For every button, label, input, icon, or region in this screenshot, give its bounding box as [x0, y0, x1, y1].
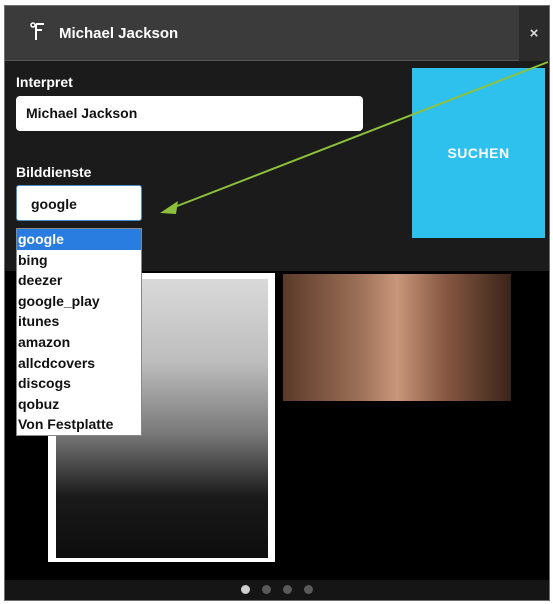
dropdown-option[interactable]: qobuz — [17, 394, 141, 415]
close-icon: × — [529, 25, 539, 42]
title-bar: Michael Jackson × — [5, 6, 549, 61]
music-note-icon — [29, 21, 49, 43]
dropdown-option[interactable]: google_play — [17, 291, 141, 312]
pagination-dot-group — [0, 579, 553, 601]
interpret-label: Interpret — [16, 74, 73, 90]
dropdown-option[interactable]: Von Festplatte — [17, 414, 141, 435]
pagination-dot[interactable] — [261, 585, 271, 594]
dropdown-option[interactable]: google — [17, 229, 141, 250]
dropdown-option[interactable]: amazon — [17, 332, 141, 353]
album-image-2[interactable] — [283, 274, 511, 401]
pagination-dot[interactable] — [240, 585, 250, 594]
interpret-input[interactable]: Michael Jackson — [16, 96, 363, 131]
close-button[interactable]: × — [519, 6, 549, 61]
services-dropdown-list: google bing deezer google_play itunes amazon a… — [16, 228, 142, 436]
dropdown-option[interactable]: deezer — [17, 270, 141, 291]
dropdown-option[interactable]: discogs — [17, 373, 141, 394]
services-label: Bilddienste — [16, 164, 92, 180]
dropdown-option[interactable]: allcdcovers — [17, 353, 141, 374]
window-title: Michael Jackson — [59, 25, 179, 42]
search-button[interactable]: SUCHEN — [412, 68, 545, 238]
dropdown-option[interactable]: bing — [17, 250, 141, 271]
services-select[interactable]: google — [16, 185, 142, 221]
dropdown-option[interactable]: itunes — [17, 311, 141, 332]
pagination-dot[interactable] — [282, 585, 292, 594]
pagination-dot[interactable] — [303, 585, 313, 594]
